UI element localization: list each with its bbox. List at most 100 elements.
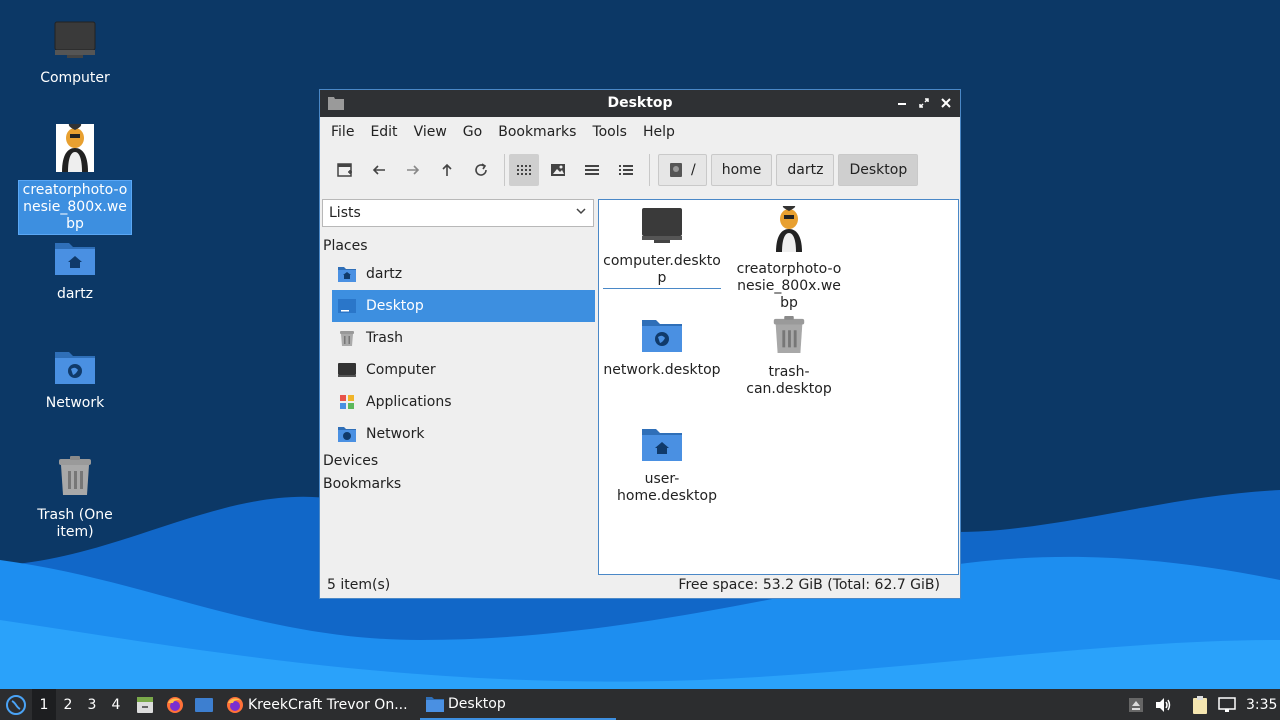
file-cabinet-icon (137, 696, 153, 713)
menu-file[interactable]: File (323, 124, 362, 140)
desktop-icon (338, 297, 356, 315)
new-tab-icon (337, 163, 352, 177)
desktop-icon-creatorphoto[interactable]: creatorphoto-onesie_800x.webp (18, 124, 132, 235)
file-view[interactable]: computer.desktop creatorphoto-onesie_800… (598, 199, 959, 575)
file-item-network[interactable]: network.desktop (601, 309, 723, 379)
sidebar-item-label: Computer (366, 362, 436, 378)
desktop-icon-dartz[interactable]: dartz (19, 238, 131, 304)
detailed-list-view-button[interactable] (611, 154, 641, 186)
sidebar-item-label: dartz (366, 266, 403, 282)
back-icon (372, 165, 385, 175)
thumbnail-view-icon (551, 164, 565, 176)
image-thumbnail (19, 124, 131, 177)
file-item-computer[interactable]: computer.desktop (601, 200, 723, 289)
task-desktop[interactable]: Desktop (420, 689, 616, 720)
applications-icon (338, 393, 356, 411)
path-crumb-root-label: / (691, 162, 696, 178)
launcher-firefox[interactable] (164, 689, 186, 720)
task-firefox[interactable]: KreekCraft Trevor On... (220, 689, 422, 720)
eject-icon (1129, 697, 1143, 712)
desktop-icon-trash[interactable]: Trash (One item) (19, 455, 131, 542)
sidebar-item-desktop[interactable]: Desktop (332, 290, 595, 322)
new-tab-button[interactable] (330, 154, 360, 186)
compact-view-button[interactable] (577, 154, 607, 186)
sidebar: Lists Places dartz Desktop Trash Compute… (322, 197, 596, 573)
file-manager-window: Desktop File Edit View Go Bookmarks Tool… (319, 89, 961, 599)
maximize-icon[interactable] (916, 94, 932, 112)
workspace-2[interactable]: 2 (56, 689, 80, 720)
network-icon (1218, 696, 1236, 712)
sidebar-item-label: Desktop (366, 298, 424, 314)
trash-icon (338, 329, 356, 347)
launcher-show-desktop[interactable] (193, 689, 215, 720)
menu-tools[interactable]: Tools (584, 124, 635, 140)
desktop-icon-network[interactable]: Network (19, 347, 131, 413)
window-title: Desktop (607, 95, 673, 111)
sidebar-item-label: Trash (366, 330, 403, 346)
minimize-icon[interactable] (894, 94, 910, 112)
desktop-icon-label: Trash (One item) (37, 507, 113, 540)
home-folder-icon (601, 424, 723, 467)
sidebar-section-bookmarks[interactable]: Bookmarks (323, 476, 401, 492)
menu-bookmarks[interactable]: Bookmarks (490, 124, 584, 140)
up-button[interactable] (432, 154, 462, 186)
desktop-icon-label: Network (45, 395, 105, 411)
sidebar-item-label: Applications (366, 394, 452, 410)
monitor-icon (19, 20, 131, 65)
file-item-creatorphoto[interactable]: creatorphoto-onesie_800x.webp (728, 200, 850, 312)
reload-button[interactable] (466, 154, 496, 186)
start-menu-button[interactable] (4, 689, 28, 720)
file-item-label: creatorphoto-onesie_800x.webp (736, 261, 842, 311)
status-item-count: 5 item(s) (327, 577, 391, 593)
volume-icon (1156, 697, 1171, 712)
workspace-3[interactable]: 3 (80, 689, 104, 720)
path-crumb-desktop[interactable]: Desktop (838, 154, 919, 186)
sidebar-section-places[interactable]: Places (323, 238, 368, 254)
icon-view-button[interactable] (509, 154, 539, 186)
desktop-icon-label: dartz (56, 286, 94, 302)
menu-help[interactable]: Help (635, 124, 683, 140)
task-label: Desktop (448, 695, 506, 712)
tray-volume[interactable] (1154, 689, 1174, 720)
menu-view[interactable]: View (406, 124, 455, 140)
clipboard-icon (1193, 695, 1207, 714)
menu-edit[interactable]: Edit (362, 124, 405, 140)
menu-go[interactable]: Go (455, 124, 490, 140)
workspace-1[interactable]: 1 (32, 689, 56, 720)
window-titlebar[interactable]: Desktop (320, 90, 960, 117)
task-label: KreekCraft Trevor On... (248, 696, 408, 713)
sidebar-item-trash[interactable]: Trash (332, 322, 595, 354)
workspace-4[interactable]: 4 (104, 689, 128, 720)
tray-removable-media[interactable] (1126, 689, 1146, 720)
trash-icon (19, 455, 131, 502)
desktop-icon-computer[interactable]: Computer (19, 20, 131, 88)
sidebar-item-computer[interactable]: Computer (332, 354, 595, 386)
back-button[interactable] (364, 154, 394, 186)
sidebar-item-label: Network (366, 426, 425, 442)
drive-icon (670, 163, 682, 177)
file-item-user-home[interactable]: user-home.desktop (601, 418, 723, 505)
image-thumbnail (728, 206, 850, 257)
taskbar: 1 2 3 4 KreekCraft Trevor On... Desktop … (0, 689, 1280, 720)
monitor-icon (601, 206, 723, 249)
firefox-icon (167, 696, 183, 713)
sidebar-section-devices[interactable]: Devices (323, 453, 378, 469)
file-item-label: computer.desktop (603, 253, 721, 289)
file-item-trash-can[interactable]: trash-can.desktop (728, 309, 850, 398)
clock[interactable]: 3:35 (1246, 689, 1277, 720)
network-folder-icon (601, 315, 723, 358)
forward-button[interactable] (398, 154, 428, 186)
launcher-file-manager[interactable] (134, 689, 156, 720)
sidebar-item-applications[interactable]: Applications (332, 386, 595, 418)
path-crumb-dartz[interactable]: dartz (776, 154, 835, 186)
path-crumb-home[interactable]: home (710, 154, 773, 186)
path-crumb-root[interactable]: / (658, 154, 707, 186)
sidebar-mode-select[interactable]: Lists (322, 199, 594, 227)
tray-clipboard[interactable] (1190, 689, 1210, 720)
folder-icon (426, 696, 444, 712)
sidebar-item-network[interactable]: Network (332, 418, 595, 450)
sidebar-item-dartz[interactable]: dartz (332, 258, 595, 290)
tray-network[interactable] (1217, 689, 1237, 720)
thumbnail-view-button[interactable] (543, 154, 573, 186)
close-icon[interactable] (938, 94, 954, 112)
